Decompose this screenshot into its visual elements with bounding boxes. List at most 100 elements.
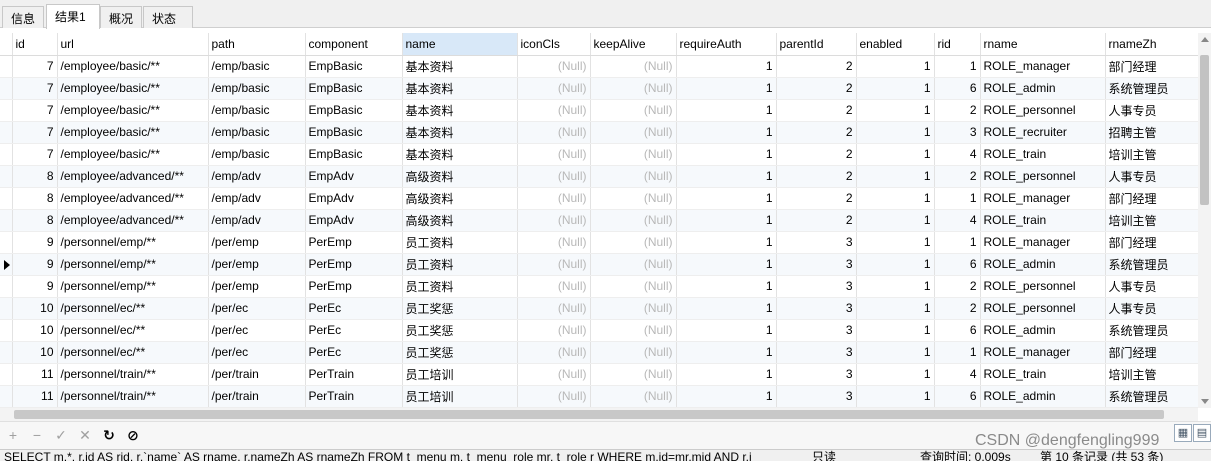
cell-rid[interactable]: 1	[934, 231, 981, 254]
cell-component[interactable]: EmpAdv	[305, 209, 403, 232]
cell-parentid[interactable]: 3	[776, 341, 857, 364]
cell-enabled[interactable]: 1	[856, 341, 935, 364]
column-header-requireauth[interactable]: requireAuth	[676, 33, 777, 56]
cell-path[interactable]: /emp/adv	[208, 187, 306, 210]
cell-name[interactable]: 员工资料	[402, 231, 518, 254]
cell-name[interactable]: 高级资料	[402, 165, 518, 188]
table-row[interactable]: 7/employee/basic/**/emp/basic EmpBasic 基本资…	[0, 99, 1198, 122]
cell-name[interactable]: 员工奖惩	[402, 319, 518, 342]
cell-component[interactable]: EmpBasic	[305, 143, 403, 166]
cell-id[interactable]: 10	[12, 341, 58, 364]
cell-enabled[interactable]: 1	[856, 99, 935, 122]
cell-id[interactable]: 7	[12, 77, 58, 100]
cell-rid[interactable]: 6	[934, 77, 981, 100]
cell-rname[interactable]: ROLE_train	[980, 363, 1106, 386]
row-indicator[interactable]	[0, 275, 13, 298]
row-indicator[interactable]	[0, 363, 13, 386]
cell-rname[interactable]: ROLE_admin	[980, 319, 1106, 342]
cell-component[interactable]: EmpBasic	[305, 55, 403, 78]
cell-url[interactable]: /employee/basic/**	[57, 77, 209, 100]
cell-id[interactable]: 11	[12, 385, 58, 408]
cell-url[interactable]: /employee/advanced/**	[57, 187, 209, 210]
cell-iconcls[interactable]: (Null)	[517, 297, 591, 320]
cell-enabled[interactable]: 1	[856, 253, 935, 276]
cell-rid[interactable]: 2	[934, 99, 981, 122]
cell-url[interactable]: /employee/basic/**	[57, 55, 209, 78]
cell-iconcls[interactable]: (Null)	[517, 341, 591, 364]
cell-component[interactable]: EmpAdv	[305, 187, 403, 210]
cell-component[interactable]: PerEc	[305, 297, 403, 320]
cell-url[interactable]: /employee/advanced/**	[57, 165, 209, 188]
cell-requireauth[interactable]: 1	[676, 297, 777, 320]
cell-enabled[interactable]: 1	[856, 275, 935, 298]
cell-component[interactable]: EmpBasic	[305, 77, 403, 100]
cell-parentid[interactable]: 2	[776, 99, 857, 122]
table-row[interactable]: 9/personnel/emp/**/per/emp PerEmp 员工资料 (Nul…	[0, 275, 1198, 298]
cell-keepalive[interactable]: (Null)	[590, 121, 677, 144]
cell-component[interactable]: PerEmp	[305, 231, 403, 254]
result-grid[interactable]: id url path component name iconCls keepAlive re…	[0, 33, 1198, 408]
cell-rname[interactable]: ROLE_manager	[980, 187, 1106, 210]
cell-path[interactable]: /per/ec	[208, 319, 306, 342]
cell-requireauth[interactable]: 1	[676, 385, 777, 408]
cell-name[interactable]: 员工培训	[402, 385, 518, 408]
cell-path[interactable]: /per/ec	[208, 341, 306, 364]
cell-keepalive[interactable]: (Null)	[590, 275, 677, 298]
cell-name[interactable]: 高级资料	[402, 187, 518, 210]
cell-url[interactable]: /personnel/ec/**	[57, 341, 209, 364]
discard-changes-icon[interactable]: ✕	[76, 426, 94, 444]
cell-rid[interactable]: 6	[934, 253, 981, 276]
cell-path[interactable]: /per/train	[208, 385, 306, 408]
cell-name[interactable]: 员工奖惩	[402, 297, 518, 320]
cell-name[interactable]: 基本资料	[402, 121, 518, 144]
cell-requireauth[interactable]: 1	[676, 275, 777, 298]
cell-keepalive[interactable]: (Null)	[590, 231, 677, 254]
cell-component[interactable]: PerEmp	[305, 253, 403, 276]
cell-rid[interactable]: 6	[934, 385, 981, 408]
cell-enabled[interactable]: 1	[856, 165, 935, 188]
cell-url[interactable]: /employee/basic/**	[57, 143, 209, 166]
column-header-iconcls[interactable]: iconCls	[517, 33, 591, 56]
cell-rname[interactable]: ROLE_recruiter	[980, 121, 1106, 144]
row-indicator[interactable]	[0, 77, 13, 100]
cell-path[interactable]: /emp/adv	[208, 165, 306, 188]
column-header-id[interactable]: id	[12, 33, 58, 56]
cell-rnamezh[interactable]: 人事专员	[1105, 297, 1198, 320]
table-row[interactable]: 11/personnel/train/**/per/train PerTrain 员…	[0, 385, 1198, 408]
table-row[interactable]: 8/employee/advanced/**/emp/adv EmpAdv 高级资料…	[0, 187, 1198, 210]
cell-requireauth[interactable]: 1	[676, 143, 777, 166]
cell-parentid[interactable]: 2	[776, 209, 857, 232]
cell-component[interactable]: PerEmp	[305, 275, 403, 298]
cell-enabled[interactable]: 1	[856, 187, 935, 210]
cell-id[interactable]: 7	[12, 143, 58, 166]
cell-rnamezh[interactable]: 人事专员	[1105, 275, 1198, 298]
table-row[interactable]: 7/employee/basic/**/emp/basic EmpBasic 基本资…	[0, 143, 1198, 166]
cell-component[interactable]: PerTrain	[305, 363, 403, 386]
cell-requireauth[interactable]: 1	[676, 319, 777, 342]
cell-path[interactable]: /emp/basic	[208, 143, 306, 166]
cell-rname[interactable]: ROLE_admin	[980, 253, 1106, 276]
cell-id[interactable]: 9	[12, 231, 58, 254]
cell-rid[interactable]: 4	[934, 209, 981, 232]
cell-rid[interactable]: 1	[934, 341, 981, 364]
row-indicator[interactable]	[0, 319, 13, 342]
cell-url[interactable]: /employee/basic/**	[57, 99, 209, 122]
cell-rnamezh[interactable]: 部门经理	[1105, 187, 1198, 210]
apply-changes-icon[interactable]: ✓	[52, 426, 70, 444]
cell-id[interactable]: 10	[12, 297, 58, 320]
row-indicator[interactable]	[0, 143, 13, 166]
cell-keepalive[interactable]: (Null)	[590, 143, 677, 166]
cell-parentid[interactable]: 2	[776, 121, 857, 144]
cell-path[interactable]: /per/emp	[208, 231, 306, 254]
cell-url[interactable]: /employee/advanced/**	[57, 209, 209, 232]
cell-rname[interactable]: ROLE_admin	[980, 77, 1106, 100]
cell-id[interactable]: 8	[12, 187, 58, 210]
cell-iconcls[interactable]: (Null)	[517, 363, 591, 386]
vertical-scrollbar[interactable]	[1198, 33, 1211, 408]
cell-path[interactable]: /per/ec	[208, 297, 306, 320]
cell-rnamezh[interactable]: 部门经理	[1105, 55, 1198, 78]
cell-rname[interactable]: ROLE_manager	[980, 231, 1106, 254]
cell-component[interactable]: PerEc	[305, 319, 403, 342]
cell-rid[interactable]: 6	[934, 319, 981, 342]
cell-name[interactable]: 员工奖惩	[402, 341, 518, 364]
